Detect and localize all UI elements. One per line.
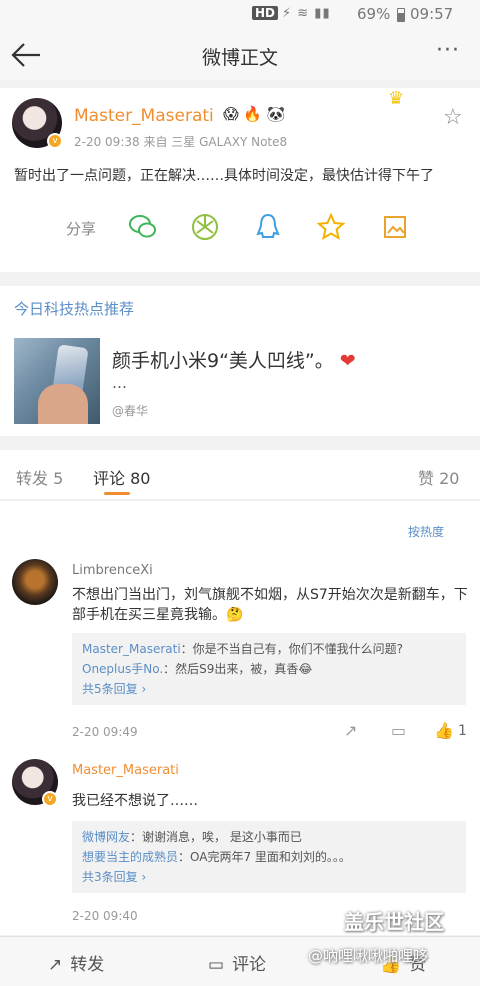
like-comment-icon[interactable]: 👍 [434, 721, 454, 740]
hot-recommendation-card[interactable]: 今日科技热点推荐 颜手机小米9“美人凹线”。 ❤ … @春华 [0, 286, 480, 436]
reply-line: 想要当主的成熟员：OA完两年7 里面和刘刘的。。。 [82, 850, 351, 864]
repost-button[interactable]: ↗ 转发 [48, 950, 104, 975]
reply-line: 微博网友：谢谢消息，唉， 是这小事而已 [82, 830, 302, 844]
article-source: @春华 [112, 404, 149, 418]
crown-icon: ♛ [388, 88, 405, 109]
qzone-icon[interactable] [316, 212, 346, 242]
comment-icon: ▭ [208, 955, 225, 975]
reply-line: Oneplus手No.：然后S9出来，被，真香😂 [82, 662, 313, 676]
favorite-star-icon[interactable]: ☆ [443, 105, 463, 130]
hot-section-title: 今日科技热点推荐 [14, 300, 135, 318]
more-replies-link[interactable]: 共3条回复 › [82, 867, 456, 887]
commenter-name[interactable]: LimbrenceXi [72, 563, 153, 578]
article-thumbnail[interactable] [14, 338, 100, 424]
battery-percent: 69% [357, 5, 391, 23]
comment-item: v Master_Maserati 我已经不想说了…… 微博网友：谢谢消息，唉，… [0, 759, 480, 929]
share-label: 分享 [66, 220, 97, 238]
commenter-name[interactable]: Master_Maserati [72, 763, 179, 778]
reply-comment-icon[interactable]: ▭ [391, 721, 406, 740]
qq-icon[interactable] [253, 212, 283, 242]
weibo-post: v Master_Maserati 😱 🔥 🐼 ♛ 2-20 09:38 来自 … [0, 88, 480, 272]
watermark: 盖乐世社区 [344, 910, 444, 934]
verified-badge-icon: v [47, 133, 63, 149]
tab-comment[interactable]: 评论 80 [93, 465, 150, 489]
article-headline[interactable]: 颜手机小米9“美人凹线”。 ❤ [112, 346, 356, 373]
tab-repost[interactable]: 转发 5 [16, 465, 63, 489]
share-comment-icon[interactable]: ↗ [344, 721, 357, 740]
comment-text: 我已经不想说了…… [72, 793, 198, 809]
verified-badge-icon: v [42, 791, 58, 807]
post-meta: 2-20 09:38 来自 三星 GALAXY Note8 [74, 135, 288, 149]
share-row: 分享 [0, 208, 480, 248]
save-image-icon[interactable] [380, 212, 410, 242]
article-ellipsis: … [112, 374, 127, 392]
sort-by-hot-button[interactable]: 按热度 [408, 523, 444, 540]
comment-list: 按热度 LimbrenceXi 不想出门当出门，刘气旗舰不如烟，从S7开始次次是… [0, 501, 480, 935]
clock: 09:57 [410, 5, 454, 23]
active-tab-indicator [104, 492, 130, 495]
reply-box[interactable]: Master_Maserati：你是不当自己有，你们不懂我什么问题? Onepl… [72, 633, 466, 705]
comment-like-count: 1 [458, 723, 467, 739]
user-badges: 😱 🔥 🐼 [223, 105, 286, 123]
comment-date: 2-20 09:49 [72, 725, 138, 739]
wechat-icon[interactable] [128, 212, 158, 242]
nav-bar: 微博正文 ··· [0, 30, 480, 80]
comment-item: LimbrenceXi 不想出门当出门，刘气旗舰不如烟，从S7开始次次是新翻车，… [0, 559, 480, 740]
reply-line: Master_Maserati：你是不当自己有，你们不懂我什么问题? [82, 642, 404, 656]
comment-date: 2-20 09:40 [72, 909, 138, 923]
tab-like[interactable]: 赞 20 [418, 465, 459, 489]
moments-icon[interactable] [190, 212, 220, 242]
repost-icon: ↗ [48, 955, 63, 975]
page-title: 微博正文 [201, 47, 278, 69]
author-name[interactable]: Master_Maserati [74, 106, 214, 126]
reply-box[interactable]: 微博网友：谢谢消息，唉， 是这小事而已 想要当主的成熟员：OA完两年7 里面和刘… [72, 821, 466, 893]
battery-icon [397, 8, 405, 22]
heart-icon: ❤ [339, 350, 356, 372]
watermark-handle: @吶哩啾啾啪哩哆 [308, 947, 429, 965]
commenter-avatar[interactable] [12, 559, 58, 605]
more-options-icon[interactable]: ··· [436, 38, 470, 68]
comment-text: 不想出门当出门，刘气旗舰不如烟，从S7开始次次是新翻车，下部手机在买三星竟我输。… [72, 587, 468, 623]
signal-icons: ⚡ ≋ ▮▮ [282, 6, 331, 21]
more-replies-link[interactable]: 共5条回复 › [82, 679, 456, 699]
status-bar: HD ⚡ ≋ ▮▮ 69% 09:57 [0, 0, 480, 30]
comment-button[interactable]: ▭ 评论 [208, 950, 266, 975]
post-content: 暂时出了一点问题，正在解决……具体时间没定，最快估计得下午了 [14, 168, 434, 184]
hd-indicator: HD [252, 6, 279, 20]
interaction-tabs: 转发 5 评论 80 赞 20 [0, 450, 480, 500]
